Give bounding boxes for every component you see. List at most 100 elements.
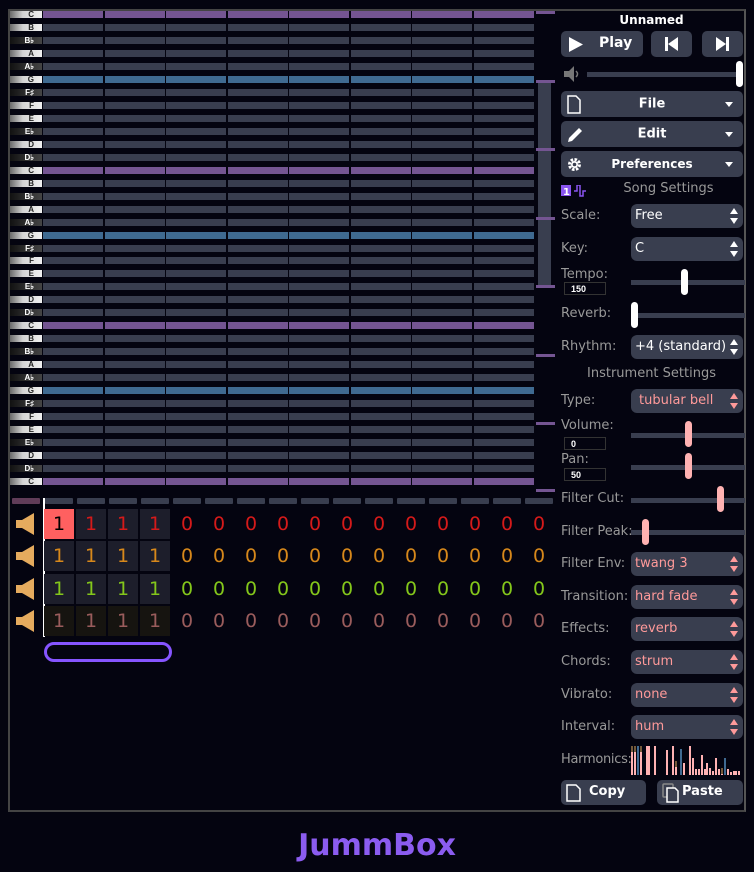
piano-key[interactable]: C	[10, 167, 42, 175]
note-cell[interactable]	[166, 167, 226, 174]
note-cell[interactable]	[166, 232, 226, 239]
octave-scrollbar[interactable]	[536, 11, 556, 492]
note-cell[interactable]	[43, 452, 103, 459]
pattern-cell[interactable]: 0	[460, 606, 490, 636]
note-cell[interactable]	[412, 439, 472, 446]
piano-key[interactable]: F♯	[10, 89, 42, 97]
harmonic-bar[interactable]	[680, 748, 683, 775]
rhythm-select[interactable]: +4 (standard)	[631, 335, 743, 359]
note-cell[interactable]	[474, 167, 534, 174]
harmonic-bar[interactable]	[665, 750, 668, 775]
piano-key[interactable]: B♭	[10, 348, 42, 356]
piano-key[interactable]: B♭	[10, 193, 42, 201]
pattern-cell[interactable]: 1	[44, 541, 74, 571]
note-cell[interactable]	[105, 413, 165, 420]
note-cell[interactable]	[105, 154, 165, 161]
note-cell[interactable]	[166, 348, 226, 355]
note-cell[interactable]	[43, 309, 103, 316]
piano-key[interactable]: E	[10, 426, 42, 434]
note-cell[interactable]	[228, 245, 288, 252]
effects-select[interactable]: reverb	[631, 617, 743, 641]
pattern-cell[interactable]: 0	[396, 541, 426, 571]
master-volume-slider[interactable]	[587, 72, 740, 77]
app-logo[interactable]: JummBox	[0, 828, 754, 863]
track-scrollbar[interactable]	[44, 642, 172, 662]
note-cell[interactable]	[166, 154, 226, 161]
harmonic-bar[interactable]	[648, 746, 651, 775]
harmonic-bar[interactable]	[718, 769, 720, 775]
note-cell[interactable]	[43, 206, 103, 213]
note-cell[interactable]	[412, 76, 472, 83]
chords-select[interactable]: strum	[631, 650, 743, 674]
note-cell[interactable]	[228, 439, 288, 446]
note-cell[interactable]	[474, 335, 534, 342]
harmonic-bar[interactable]	[703, 769, 706, 775]
note-cell[interactable]	[412, 89, 472, 96]
next-bar-button[interactable]	[702, 31, 743, 57]
note-cell[interactable]	[228, 270, 288, 277]
note-cell[interactable]	[228, 361, 288, 368]
note-cell[interactable]	[474, 413, 534, 420]
note-cell[interactable]	[289, 128, 349, 135]
note-cell[interactable]	[412, 361, 472, 368]
piano-key[interactable]: F♯	[10, 400, 42, 408]
harmonic-bar[interactable]	[643, 773, 645, 775]
note-cell[interactable]	[105, 465, 165, 472]
note-cell[interactable]	[412, 180, 472, 187]
note-cell[interactable]	[474, 478, 534, 485]
piano-key[interactable]: A	[10, 206, 42, 214]
note-cell[interactable]	[43, 335, 103, 342]
note-cell[interactable]	[412, 63, 472, 70]
harmonic-bar[interactable]	[689, 746, 691, 775]
note-cell[interactable]	[105, 348, 165, 355]
speaker-icon[interactable]	[16, 545, 34, 568]
piano-key[interactable]: B♭	[10, 37, 42, 45]
note-cell[interactable]	[412, 348, 472, 355]
note-cell[interactable]	[474, 154, 534, 161]
pattern-cell[interactable]: 0	[524, 606, 554, 636]
note-cell[interactable]	[166, 439, 226, 446]
note-cell[interactable]	[289, 141, 349, 148]
note-cell[interactable]	[43, 50, 103, 57]
pattern-cell[interactable]: 0	[300, 606, 330, 636]
octave-scroll-thumb[interactable]	[538, 82, 551, 287]
note-cell[interactable]	[351, 141, 411, 148]
copy-button[interactable]: Copy	[561, 780, 646, 805]
note-cell[interactable]	[351, 128, 411, 135]
note-cell[interactable]	[289, 206, 349, 213]
note-cell[interactable]	[228, 478, 288, 485]
note-cell[interactable]	[289, 24, 349, 31]
note-cell[interactable]	[43, 141, 103, 148]
note-cell[interactable]	[474, 115, 534, 122]
harmonic-bar[interactable]	[738, 770, 741, 775]
note-cell[interactable]	[43, 465, 103, 472]
note-cell[interactable]	[166, 296, 226, 303]
filter-peak-thumb[interactable]	[641, 519, 649, 545]
harmonic-bar[interactable]	[694, 769, 697, 775]
pattern-cell[interactable]: 0	[332, 606, 362, 636]
note-cell[interactable]	[351, 37, 411, 44]
note-cell[interactable]	[43, 400, 103, 407]
harmonic-bar[interactable]	[720, 767, 723, 775]
note-cell[interactable]	[412, 309, 472, 316]
pattern-cell[interactable]: 0	[428, 509, 458, 539]
note-cell[interactable]	[105, 374, 165, 381]
note-cell[interactable]	[412, 115, 472, 122]
instrument-volume-input[interactable]: 0	[564, 437, 606, 450]
note-cell[interactable]	[105, 296, 165, 303]
pattern-cell[interactable]: 0	[268, 509, 298, 539]
note-cell[interactable]	[43, 180, 103, 187]
note-cell[interactable]	[105, 180, 165, 187]
note-cell[interactable]	[474, 426, 534, 433]
note-cell[interactable]	[228, 465, 288, 472]
note-cell[interactable]	[228, 167, 288, 174]
pattern-editor[interactable]	[43, 11, 535, 491]
note-cell[interactable]	[351, 452, 411, 459]
harmonic-bar[interactable]	[645, 746, 648, 775]
pattern-cell[interactable]: 1	[108, 541, 138, 571]
pattern-cell[interactable]: 0	[204, 541, 234, 571]
note-cell[interactable]	[43, 374, 103, 381]
note-cell[interactable]	[43, 478, 103, 485]
harmonic-bar[interactable]	[639, 746, 642, 775]
piano-key[interactable]: A	[10, 50, 42, 58]
